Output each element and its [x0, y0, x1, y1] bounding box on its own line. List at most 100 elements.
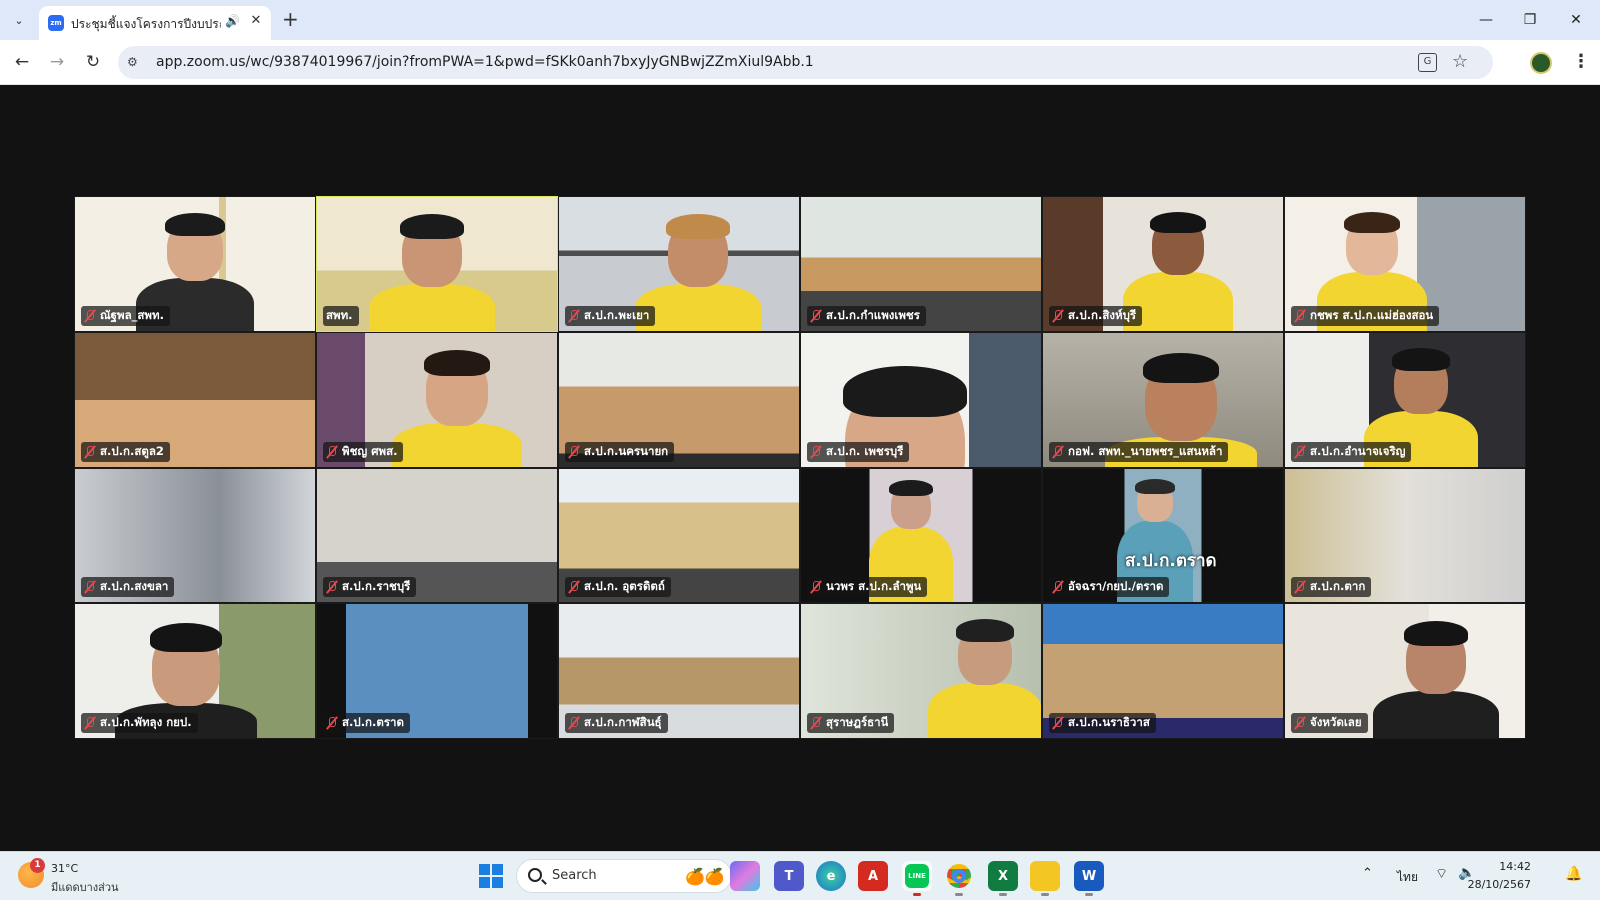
participant-video-tile[interactable]: นวพร ส.ป.ก.ลำพูน	[800, 467, 1042, 604]
teams-icon[interactable]: T	[774, 861, 804, 891]
muted-microphone-icon	[568, 580, 580, 594]
participant-video-tile[interactable]: ส.ป.ก.กำแพงเพชร	[800, 196, 1042, 332]
reload-icon[interactable]: ↻	[82, 51, 104, 73]
url-text[interactable]: app.zoom.us/wc/93874019967/join?fromPWA=…	[156, 54, 814, 70]
participant-shirt	[369, 284, 495, 331]
participant-video-tile[interactable]: ส.ป.ก.ตราด	[316, 603, 558, 739]
taskbar-search-box[interactable]: Search 🍊🍊	[516, 859, 732, 893]
participant-name-label: จังหวัดเลย	[1291, 713, 1368, 733]
word-icon[interactable]: W	[1074, 861, 1104, 896]
forward-arrow-icon[interactable]: →	[46, 51, 68, 73]
participant-video-tile[interactable]: ส.ป.ก.ราชบุรี	[316, 467, 558, 604]
muted-microphone-icon	[84, 580, 96, 594]
search-label: Search	[552, 868, 597, 883]
site-info-tune-icon[interactable]: ⚙	[127, 54, 145, 70]
participant-video-tile[interactable]: ส.ป.ก.พัทลุง กยป.	[74, 603, 316, 739]
browser-menu-kebab-icon[interactable]: ⋮	[1572, 51, 1590, 72]
profile-avatar-icon[interactable]	[1530, 52, 1552, 74]
participant-name: ส.ป.ก.นครนายก	[584, 443, 669, 458]
input-language-indicator[interactable]: ไทย	[1397, 868, 1418, 887]
notification-bell-icon[interactable]: 🔔	[1565, 866, 1582, 882]
participant-name: ส.ป.ก.กาฬสินธุ์	[584, 715, 662, 729]
weather-temperature[interactable]: 31°C	[51, 862, 78, 875]
participant-name: ส.ป.ก.สิงห์บุรี	[1068, 307, 1137, 322]
participant-name-label: ส.ป.ก.นราธิวาส	[1049, 713, 1156, 733]
participant-video-tile[interactable]: ส.ป.ก.สงขลา	[74, 467, 316, 604]
edge-icon[interactable]: e	[816, 861, 846, 891]
wifi-icon[interactable]: ⌔	[1435, 865, 1448, 883]
participant-video-tile[interactable]: ส.ป.ก.ตราด อัจฉรา/กยป./ตราด	[1042, 467, 1284, 604]
file-explorer-folder-icon[interactable]	[1030, 861, 1060, 896]
participant-name: กชพร ส.ป.ก.แม่ฮ่องสอน	[1310, 307, 1434, 322]
tray-overflow-chevron-icon[interactable]: ⌃	[1362, 866, 1373, 881]
back-arrow-icon[interactable]: ←	[11, 51, 33, 73]
participant-name-label: กอฟ. สพท._นายพชร_แสนหล้า	[1049, 441, 1229, 462]
participant-video-tile[interactable]: ส.ป.ก.พะเยา	[558, 196, 800, 332]
bookmark-star-icon[interactable]: ☆	[1452, 51, 1468, 72]
acrobat-pdf-icon[interactable]: A	[858, 861, 888, 891]
copilot-icon[interactable]	[730, 861, 760, 891]
window-minimize-button[interactable]: —	[1474, 8, 1498, 32]
participant-name: ส.ป.ก.สตูล2	[100, 443, 164, 458]
participant-hair	[843, 366, 967, 417]
tab-close-icon[interactable]: ✕	[247, 12, 265, 30]
participant-video-tile[interactable]: ส.ป.ก. เพชรบุรี	[800, 331, 1042, 468]
participant-video-tile[interactable]: กอฟ. สพท._นายพชร_แสนหล้า	[1042, 331, 1284, 468]
participant-name: ส.ป.ก.กำแพงเพชร	[826, 307, 920, 322]
muted-microphone-icon	[810, 445, 822, 459]
window-close-button[interactable]: ✕	[1564, 8, 1588, 32]
translate-icon[interactable]: G	[1418, 53, 1437, 72]
browser-toolbar: ← → ↻ ⚙ app.zoom.us/wc/93874019967/join?…	[0, 40, 1600, 85]
participant-name: ส.ป.ก.สงขลา	[100, 579, 169, 594]
tab-search-chevron-icon[interactable]: ⌄	[8, 9, 30, 31]
participant-video-tile[interactable]: สุราษฎร์ธานี	[800, 603, 1042, 739]
participant-name-label: ส.ป.ก.สิงห์บุรี	[1049, 305, 1143, 326]
address-bar[interactable]: ⚙ app.zoom.us/wc/93874019967/join?fromPW…	[118, 46, 1493, 79]
participant-video-tile[interactable]: ส.ป.ก.นราธิวาส	[1042, 603, 1284, 739]
muted-microphone-icon	[810, 309, 822, 323]
window-restore-button[interactable]: ❐	[1518, 8, 1542, 32]
clock-date[interactable]: 28/10/2567	[1451, 878, 1531, 891]
muted-microphone-icon	[84, 445, 96, 459]
active-tab[interactable]: zm ประชุมชี้แจงโครงการปีงบประมาณ 🔊 ✕	[39, 6, 271, 40]
excel-icon[interactable]: X	[988, 861, 1018, 896]
clock-time[interactable]: 14:42	[1471, 860, 1531, 873]
new-tab-button[interactable]: +	[282, 9, 299, 29]
line-app-icon[interactable]: LINE	[902, 861, 932, 896]
participant-name: ส.ป.ก.ราชบุรี	[342, 579, 411, 594]
participant-name: ณัฐพล_สพท.	[100, 307, 164, 322]
windows-start-icon[interactable]	[479, 864, 503, 888]
participant-video-tile[interactable]: ส.ป.ก.สตูล2	[74, 331, 316, 468]
participant-video-tile[interactable]: ณัฐพล_สพท.	[74, 196, 316, 332]
participant-hair	[1392, 347, 1450, 371]
participant-video-tile[interactable]: ส.ป.ก.อำนาจเจริญ	[1284, 331, 1526, 468]
participant-name: นวพร ส.ป.ก.ลำพูน	[826, 579, 922, 594]
tab-audio-speaker-icon[interactable]: 🔊	[225, 14, 240, 28]
muted-microphone-icon	[1294, 716, 1306, 730]
participant-name-label: กชพร ส.ป.ก.แม่ฮ่องสอน	[1291, 305, 1440, 326]
participant-video-tile[interactable]: จังหวัดเลย	[1284, 603, 1526, 739]
participant-hair	[1135, 478, 1175, 494]
muted-microphone-icon	[568, 716, 580, 730]
participant-name: จังหวัดเลย	[1310, 715, 1362, 729]
weather-description[interactable]: มีแดดบางส่วน	[51, 878, 119, 896]
participant-video-tile[interactable]: ส.ป.ก.กาฬสินธุ์	[558, 603, 800, 739]
participant-video-tile[interactable]: สพท.	[316, 196, 558, 332]
muted-microphone-icon	[84, 716, 96, 730]
muted-microphone-icon	[1052, 445, 1064, 459]
participant-name-label: สุราษฎร์ธานี	[807, 713, 895, 733]
participant-hair	[400, 213, 464, 239]
participant-video-tile[interactable]: ส.ป.ก.นครนายก	[558, 331, 800, 468]
muted-microphone-icon	[326, 445, 338, 459]
participant-video-tile[interactable]: กชพร ส.ป.ก.แม่ฮ่องสอน	[1284, 196, 1526, 332]
participant-video-tile[interactable]: ส.ป.ก.ตาก	[1284, 467, 1526, 604]
participant-video-tile[interactable]: พิชญ ศพส.	[316, 331, 558, 468]
participant-video-tile[interactable]: ส.ป.ก. อุตรดิตถ์	[558, 467, 800, 604]
participant-video-tile[interactable]: ส.ป.ก.สิงห์บุรี	[1042, 196, 1284, 332]
weather-notification-badge: 1	[30, 858, 45, 873]
participant-hair	[666, 213, 730, 239]
muted-microphone-icon	[568, 309, 580, 323]
chrome-icon[interactable]	[944, 861, 974, 896]
participant-name-label: ส.ป.ก.ตาก	[1291, 577, 1372, 598]
participant-name-label: ส.ป.ก.พะเยา	[565, 305, 656, 326]
